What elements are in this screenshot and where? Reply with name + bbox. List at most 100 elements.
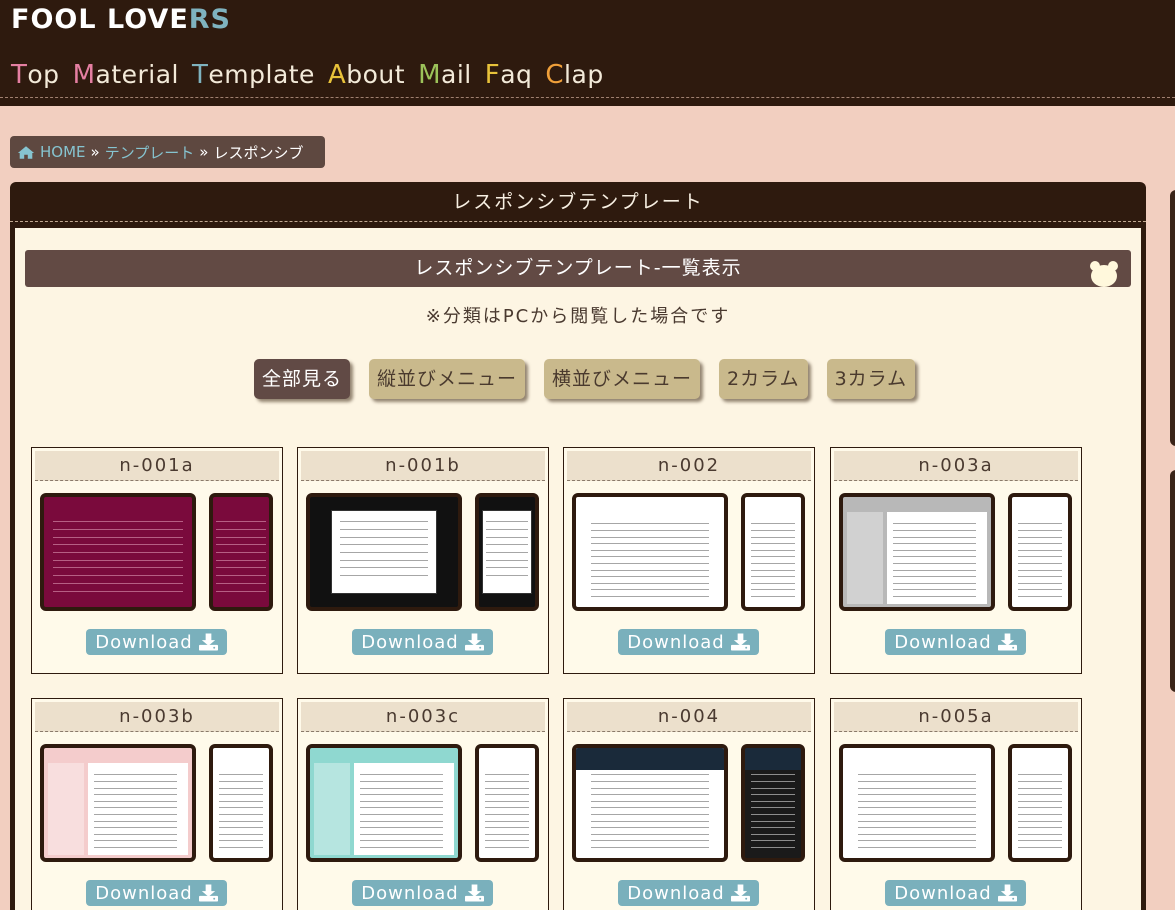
nav-item-initial: T	[192, 60, 209, 90]
bear-icon	[1090, 261, 1118, 287]
download-button[interactable]: Download	[885, 880, 1026, 906]
nav-item-label: bout	[346, 60, 406, 89]
template-card: n-003b Download	[31, 698, 283, 910]
main-panel: レスポンシブテンプレート レスポンシブテンプレート-一覧表示 ※分類はPCから閲…	[10, 182, 1146, 910]
nav-item-top[interactable]: Top	[11, 60, 60, 90]
download-button[interactable]: Download	[86, 880, 227, 906]
download-label: Download	[627, 631, 725, 653]
nav-item-label: aq	[500, 60, 533, 89]
nav-item-label: ail	[441, 60, 472, 89]
download-icon	[198, 633, 218, 651]
pc-preview-thumbnail[interactable]	[40, 493, 196, 611]
filter-2column-button[interactable]: 2カラム	[719, 359, 808, 399]
download-icon	[730, 884, 750, 902]
nav-item-label: aterial	[95, 60, 179, 89]
template-card: n-003c Download	[297, 698, 549, 910]
smartphone-preview-thumbnail[interactable]	[1008, 744, 1072, 862]
breadcrumb: HOME » テンプレート » レスポンシブ	[10, 136, 325, 168]
pc-preview-thumbnail[interactable]	[839, 493, 995, 611]
breadcrumb-current: レスポンシブ	[213, 143, 304, 162]
section-heading-text: レスポンシブテンプレート-一覧表示	[414, 257, 742, 279]
breadcrumb-separator: »	[199, 143, 209, 161]
filter-vertical-menu-button[interactable]: 縦並びメニュー	[369, 359, 526, 399]
download-button[interactable]: Download	[885, 629, 1026, 655]
smartphone-preview-thumbnail[interactable]	[1008, 493, 1072, 611]
nav-item-mail[interactable]: Mail	[418, 60, 472, 90]
smartphone-preview-thumbnail[interactable]	[475, 493, 539, 611]
template-id: n-003c	[301, 702, 545, 732]
download-button[interactable]: Download	[86, 629, 227, 655]
download-icon	[464, 884, 484, 902]
nav-item-about[interactable]: About	[328, 60, 405, 90]
filter-3column-button[interactable]: 3カラム	[826, 359, 916, 399]
download-button[interactable]: Download	[618, 629, 759, 655]
side-scroll-edge	[1170, 190, 1175, 446]
breadcrumb-home-link[interactable]: HOME	[40, 143, 86, 161]
template-card: n-002 Download	[563, 447, 815, 674]
filter-bar: 全部見る 縦並びメニュー 横並びメニュー 2カラム 3カラム	[254, 359, 916, 399]
template-card: n-005a Download	[830, 698, 1082, 910]
panel-content: レスポンシブテンプレート-一覧表示 ※分類はPCから閲覧した場合です 全部見る縦…	[15, 228, 1141, 910]
home-icon[interactable]	[17, 145, 35, 160]
pc-preview-thumbnail[interactable]	[572, 493, 728, 611]
pc-preview-thumbnail[interactable]	[572, 744, 728, 862]
download-icon	[730, 633, 750, 651]
pc-preview-thumbnail[interactable]	[306, 493, 462, 611]
nav-item-initial: M	[418, 60, 441, 90]
classification-note: ※分類はPCから閲覧した場合です	[425, 306, 731, 327]
logo-accent-text: RS	[188, 4, 232, 35]
nav-item-template[interactable]: Template	[192, 60, 315, 90]
template-card: n-003a Download	[830, 447, 1082, 674]
download-icon	[997, 633, 1017, 651]
nav-item-material[interactable]: Material	[73, 60, 179, 90]
template-id: n-001b	[301, 451, 545, 481]
filter-all-button[interactable]: 全部見る	[254, 359, 351, 399]
download-icon	[464, 633, 484, 651]
download-icon	[997, 884, 1017, 902]
global-nav: Top Material Template About Mail Faq Clap	[11, 60, 604, 90]
nav-item-clap[interactable]: Clap	[545, 60, 603, 90]
nav-item-faq[interactable]: Faq	[485, 60, 533, 90]
download-label: Download	[361, 631, 459, 653]
pc-preview-thumbnail[interactable]	[306, 744, 462, 862]
breadcrumb-category-link[interactable]: テンプレート	[105, 142, 195, 163]
site-logo[interactable]: FOOL LOVERS	[11, 4, 231, 35]
template-id: n-005a	[834, 702, 1078, 732]
download-label: Download	[95, 631, 193, 653]
nav-item-initial: F	[484, 60, 501, 90]
smartphone-preview-thumbnail[interactable]	[741, 744, 805, 862]
download-icon	[198, 884, 218, 902]
smartphone-preview-thumbnail[interactable]	[209, 493, 273, 611]
download-label: Download	[894, 631, 992, 653]
logo-text: FOOL LOVE	[11, 4, 189, 35]
download-label: Download	[95, 882, 193, 904]
side-scroll-edge	[1170, 470, 1175, 692]
template-id: n-001a	[35, 451, 279, 481]
smartphone-preview-thumbnail[interactable]	[741, 493, 805, 611]
download-button[interactable]: Download	[352, 629, 493, 655]
pc-preview-thumbnail[interactable]	[40, 744, 196, 862]
template-card: n-001a Download	[31, 447, 283, 674]
template-card: n-004 Download	[563, 698, 815, 910]
pc-preview-thumbnail[interactable]	[839, 744, 995, 862]
nav-item-label: op	[27, 60, 60, 89]
template-id: n-003b	[35, 702, 279, 732]
download-button[interactable]: Download	[352, 880, 493, 906]
download-label: Download	[361, 882, 459, 904]
filter-horizontal-menu-button[interactable]: 横並びメニュー	[544, 359, 701, 399]
smartphone-preview-thumbnail[interactable]	[209, 744, 273, 862]
nav-item-initial: A	[327, 60, 347, 90]
nav-item-initial: T	[11, 60, 28, 90]
template-id: n-002	[567, 451, 811, 481]
nav-item-initial: M	[72, 60, 96, 90]
nav-item-label: emplate	[208, 60, 315, 89]
template-id: n-003a	[834, 451, 1078, 481]
download-button[interactable]: Download	[618, 880, 759, 906]
smartphone-preview-thumbnail[interactable]	[475, 744, 539, 862]
section-heading: レスポンシブテンプレート-一覧表示	[25, 250, 1131, 287]
breadcrumb-separator: »	[90, 143, 100, 161]
download-label: Download	[894, 882, 992, 904]
nav-item-label: lap	[564, 60, 604, 89]
site-header: FOOL LOVERS Top Material Template About Mail…	[0, 0, 1175, 106]
template-id: n-004	[567, 702, 811, 732]
